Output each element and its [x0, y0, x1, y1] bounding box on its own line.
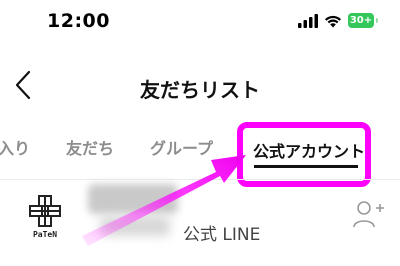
list-item[interactable]: PaTeN 公式 LINE	[0, 182, 400, 266]
cellular-signal-icon	[298, 13, 318, 28]
tab-friends[interactable]: 友だち	[66, 135, 114, 159]
battery-icon: 30+	[348, 13, 378, 28]
status-bar: 12:00 30+	[0, 0, 400, 50]
logo-text: PaTeN	[33, 230, 57, 239]
nav-bar: 友だちリスト	[0, 60, 400, 112]
status-icons: 30+	[298, 13, 378, 28]
tab-groups[interactable]: グループ	[150, 135, 213, 159]
status-time: 12:00	[47, 10, 110, 32]
patent-logo-icon: PaTeN	[29, 195, 61, 239]
tab-divider	[0, 179, 400, 180]
tab-favorites[interactable]: 入り	[0, 135, 30, 159]
tab-official-accounts[interactable]: 公式アカウント	[237, 122, 371, 187]
add-friend-icon	[353, 201, 384, 228]
tab-bar: 入り 友だち グループ 公式アカウント	[0, 122, 400, 187]
page-title: 友だちリスト	[140, 78, 260, 102]
add-friend-button[interactable]	[352, 199, 386, 229]
battery-tip	[376, 18, 378, 23]
account-name-redacted	[88, 184, 178, 214]
battery-level: 30+	[348, 13, 374, 28]
account-name-redacted-secondary	[100, 216, 170, 236]
tab-official-accounts-label: 公式アカウント	[253, 142, 366, 161]
active-tab-indicator	[254, 165, 358, 168]
account-subtitle: 公式 LINE	[183, 225, 261, 245]
wifi-icon	[325, 15, 341, 27]
